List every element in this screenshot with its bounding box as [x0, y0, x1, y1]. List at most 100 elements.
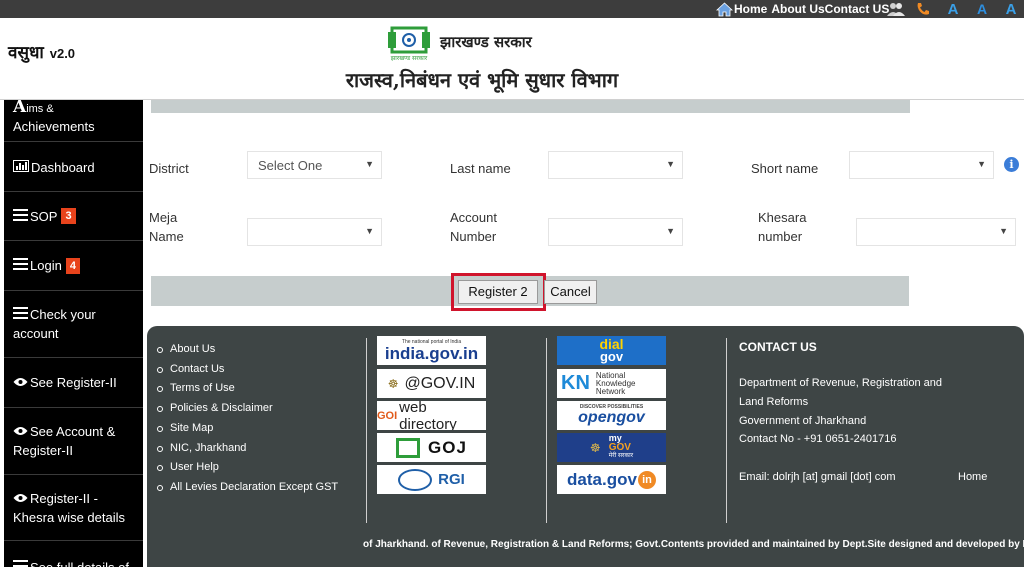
sidebar-item-sop[interactable]: SOP 3: [4, 192, 143, 241]
sidebar-item-label: Check your: [30, 307, 96, 322]
emblem-icon: ☸: [589, 440, 601, 455]
rgi-logo[interactable]: RGI: [377, 465, 486, 494]
brand-name: वसुधा: [8, 43, 44, 63]
footer-divider: [366, 338, 367, 523]
goi-web-directory-text: web directory: [399, 401, 457, 430]
emblem-caption: झारखण्ड सरकार: [391, 55, 428, 62]
footer-link-terms[interactable]: Terms of Use: [157, 379, 338, 399]
at-gov-in-logo[interactable]: ☸ @GOV.IN: [377, 369, 486, 398]
sidebar-item-label: SOP: [30, 208, 58, 224]
opengov-logo[interactable]: DISCOVER POSSIBILITIES opengov: [557, 401, 666, 430]
chevron-down-icon: ▼: [365, 159, 374, 169]
sidebar-item-label: Dashboard: [31, 159, 95, 175]
sidebar-item-khesra-details[interactable]: Register-II - Khesra wise details: [4, 475, 143, 541]
sidebar-item-label: See Account &: [30, 424, 116, 439]
footer-link-levies[interactable]: All Levies Declaration Except GST: [157, 478, 338, 498]
sidebar-item-check-account[interactable]: Check your account: [4, 291, 143, 358]
footer-link-help[interactable]: User Help: [157, 458, 338, 478]
contact-email: Email: dolrjh [at] gmail [dot] com: [739, 471, 896, 483]
emblem-icon: ☸: [387, 376, 399, 391]
top-bar: Home About Us Contact US A A A: [0, 0, 1024, 18]
khesara-number-label-line: number: [758, 229, 803, 244]
goi-web-directory-prefix: GOI: [377, 409, 398, 422]
rgi-emblem-icon: [398, 468, 433, 491]
goj-emblem-icon: [396, 437, 421, 458]
short-name-label: Short name: [751, 161, 819, 176]
footer-link-contact[interactable]: Contact Us: [157, 360, 338, 380]
contact-department-line-2: Land Reforms: [739, 396, 809, 408]
footer-link-nic[interactable]: NIC, Jharkhand: [157, 439, 338, 459]
sidebar-item-see-account-register[interactable]: See Account & Register-II: [4, 408, 143, 475]
last-name-select[interactable]: ▼: [548, 151, 683, 179]
sidebar-item-label-wrap: Aims &: [13, 100, 54, 117]
footer-links: About Us Contact Us Terms of Use Policie…: [157, 340, 338, 498]
data-gov-in-logo[interactable]: data.gov in: [557, 465, 666, 494]
india-gov-logo-text: india.gov.in: [384, 343, 479, 363]
sidebar-item-full-details[interactable]: See full details of: [4, 548, 143, 567]
meja-name-select[interactable]: ▼: [247, 218, 382, 246]
meja-name-label: Meja Name: [149, 208, 184, 246]
contact-phone: Contact No - +91 0651-2401716: [739, 433, 897, 445]
top-nav-contact[interactable]: Contact US: [825, 2, 890, 16]
chevron-down-icon: ▼: [666, 226, 675, 236]
home-icon[interactable]: [715, 1, 733, 17]
top-nav-home[interactable]: Home: [734, 2, 767, 16]
account-number-select[interactable]: ▼: [548, 218, 683, 246]
list-icon: [13, 207, 28, 226]
mygov-logo[interactable]: ☸ my GOV मेरी सरकार: [557, 433, 666, 462]
font-normal-icon[interactable]: A: [974, 1, 990, 17]
sidebar-item-see-register-ii[interactable]: See Register-II: [4, 358, 143, 408]
chart-icon: [13, 158, 29, 177]
chevron-down-icon: ▼: [999, 226, 1008, 236]
india-gov-logo[interactable]: The national portal of India india.gov.i…: [377, 336, 486, 365]
goj-logo-text: GOJ: [428, 437, 467, 457]
data-gov-in-logo-suffix: in: [637, 470, 656, 489]
mygov-logo-sub: मेरी सरकार: [608, 453, 634, 459]
short-name-select[interactable]: ▼: [849, 151, 994, 179]
users-icon[interactable]: [886, 1, 906, 17]
last-name-label: Last name: [450, 161, 511, 176]
sidebar-item-dashboard[interactable]: Dashboard: [4, 143, 143, 192]
phone-icon[interactable]: [914, 1, 932, 17]
top-nav-about[interactable]: About Us: [771, 2, 824, 16]
sidebar-item-label: account: [13, 326, 59, 341]
chevron-down-icon: ▼: [365, 226, 374, 236]
footer-link-sitemap[interactable]: Site Map: [157, 419, 338, 439]
font-increase-icon[interactable]: A: [944, 1, 962, 18]
dial-gov-logo[interactable]: dial gov: [557, 336, 666, 365]
top-nav: Home About Us Contact US: [734, 1, 889, 17]
font-decrease-icon[interactable]: A: [1002, 1, 1020, 18]
eye-icon: [13, 489, 28, 508]
sidebar-item-label-wrap: Register-II -: [13, 489, 98, 508]
national-knowledge-network-logo[interactable]: KN National Knowledge Network: [557, 369, 666, 398]
chevron-down-icon: ▼: [977, 159, 986, 169]
sidebar-item-login[interactable]: Login 4: [4, 241, 143, 291]
district-select-value: Select One: [258, 158, 323, 173]
footer-link-policies[interactable]: Policies & Disclaimer: [157, 399, 338, 419]
footer-home-link[interactable]: Home: [958, 471, 987, 483]
sidebar-item-aims[interactable]: Aims & Achievements: [4, 100, 143, 142]
at-gov-in-logo-text: @GOV.IN: [404, 374, 476, 392]
sidebar-item-label-wrap: Check your: [13, 305, 96, 324]
sidebar-item-label: Login: [30, 258, 62, 273]
sidebar-item-label-wrap: See Account &: [13, 422, 115, 441]
cancel-button[interactable]: Cancel: [544, 280, 597, 304]
khesara-number-select[interactable]: ▼: [856, 218, 1016, 246]
nkn-logo-mark: KN: [561, 372, 590, 394]
login-count-badge: 4: [65, 257, 80, 274]
info-icon[interactable]: i: [1004, 157, 1019, 172]
aims-icon: A: [13, 100, 27, 117]
district-select[interactable]: Select One ▼: [247, 151, 382, 179]
footer-divider: [726, 338, 727, 523]
sidebar: Aims & Achievements Dashboard SOP 3 Logi…: [4, 100, 143, 567]
footer-link-about[interactable]: About Us: [157, 340, 338, 360]
brand-title[interactable]: वसुधा v2.0: [8, 40, 75, 63]
sidebar-item-label: Register-II: [13, 443, 73, 458]
goi-web-directory-logo[interactable]: GOI web directory: [377, 401, 486, 430]
data-gov-in-logo-text: data.gov: [567, 469, 637, 489]
register-2-button[interactable]: Register 2: [458, 280, 538, 304]
sidebar-item-label: See full details of: [30, 558, 129, 567]
goj-logo[interactable]: GOJ: [377, 433, 486, 462]
sop-count-badge: 3: [61, 208, 76, 224]
form-header-strip: [151, 100, 910, 113]
